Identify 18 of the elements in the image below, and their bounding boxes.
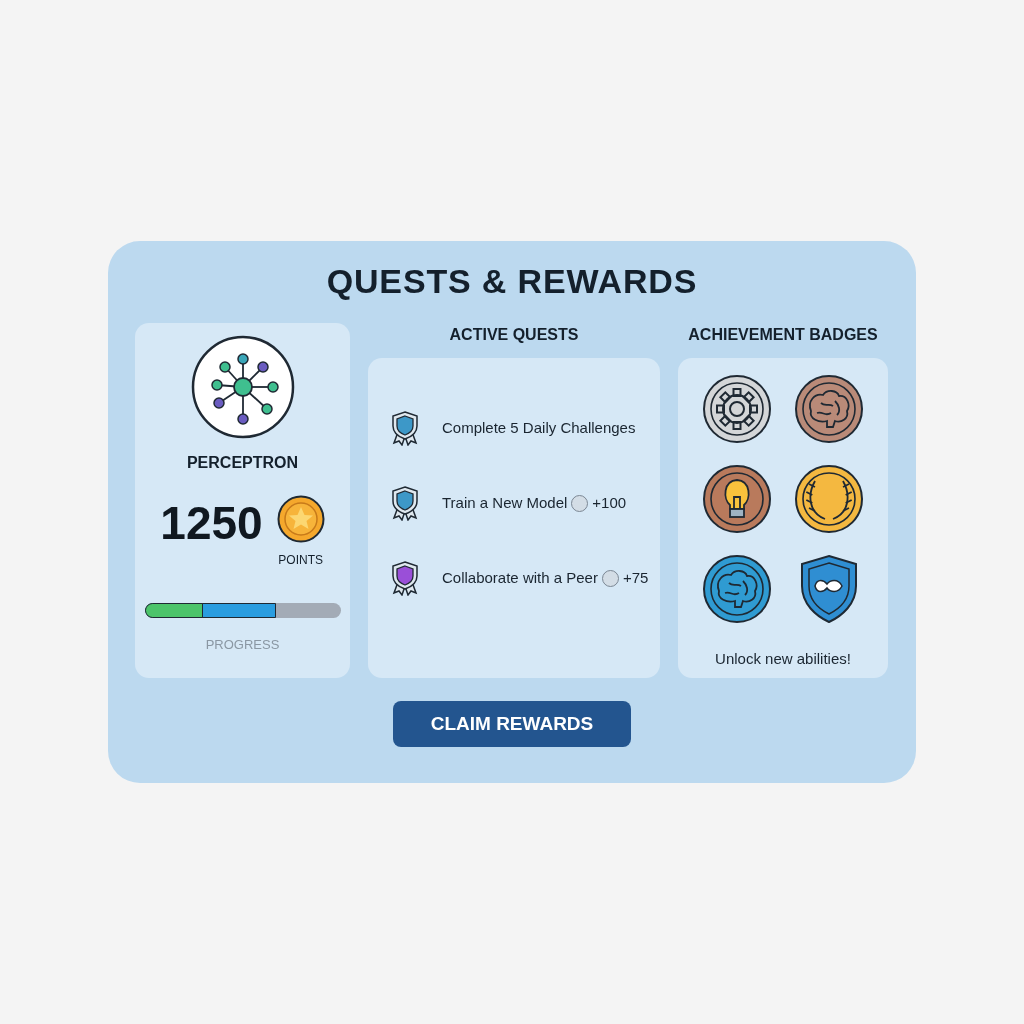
badges-heading: ACHIEVEMENT BADGES — [688, 325, 878, 345]
quest-checkbox[interactable] — [601, 569, 619, 587]
network-icon — [190, 335, 295, 439]
quest-label: Complete 5 Daily Challenges — [442, 417, 636, 438]
claim-rewards-button[interactable]: CLAIM REWARDS — [393, 701, 631, 747]
quest-label: Collaborate with a Peer — [442, 567, 598, 588]
star-coin-icon — [276, 495, 325, 543]
quest-reward: +75 — [622, 567, 649, 588]
points-label: POINTS — [278, 552, 323, 569]
quest-reward: +100 — [592, 492, 627, 513]
points-value: 1250 — [160, 496, 263, 551]
quests-heading: ACTIVE QUESTS — [449, 325, 579, 345]
profile-name: PERCEPTRON — [186, 453, 299, 473]
quest-checkbox[interactable] — [571, 494, 589, 512]
progress-label: PROGRESS — [205, 636, 280, 654]
badges-caption: Unlock new abilities! — [715, 649, 851, 669]
quest-label: Train a New Model — [442, 492, 568, 513]
card-title: QUESTS & REWARDS — [326, 261, 698, 301]
